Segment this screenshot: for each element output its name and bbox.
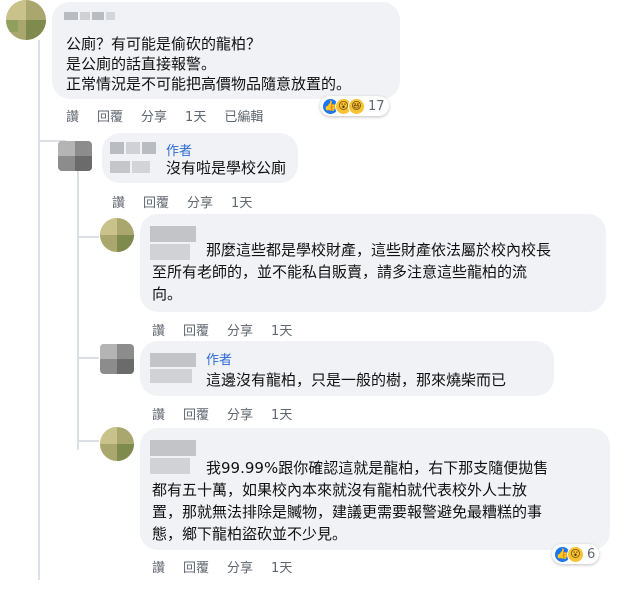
reply-button[interactable]: 回覆 xyxy=(183,320,209,339)
avatar[interactable] xyxy=(6,0,46,40)
comment-text: 置，那就無法排除是贓物，建議更需要報警避免最糟糕的事 xyxy=(152,503,543,521)
blurred-username[interactable] xyxy=(150,440,196,474)
comment-actions: 讚 回覆 分享 1天 xyxy=(152,557,292,576)
timestamp[interactable]: 1天 xyxy=(271,557,292,576)
reaction-summary[interactable]: 👍 😮 😆 17 xyxy=(320,96,389,116)
like-button[interactable]: 讚 xyxy=(66,106,79,125)
comment-actions: 讚 回覆 分享 1天 已編輯 xyxy=(66,106,263,125)
comment-text: 至所有老師的，並不能私自販賣，請多注意這些龍柏的流 xyxy=(152,263,528,281)
comment-actions: 讚 回覆 分享 1天 xyxy=(152,404,292,423)
comment-text: 向。 xyxy=(152,285,183,303)
like-button[interactable]: 讚 xyxy=(112,192,125,211)
comment-text: 態，鄉下龍柏盜砍並不少見。 xyxy=(152,525,348,543)
share-button[interactable]: 分享 xyxy=(227,404,253,423)
reply-branch-line xyxy=(77,236,99,238)
timestamp[interactable]: 1天 xyxy=(231,192,252,211)
author-badge: 作者 xyxy=(206,353,233,368)
like-button[interactable]: 讚 xyxy=(152,404,165,423)
reply-button[interactable]: 回覆 xyxy=(183,404,209,423)
blurred-username[interactable] xyxy=(64,12,115,20)
avatar[interactable] xyxy=(100,344,134,374)
reply-branch-line xyxy=(77,440,99,442)
blurred-username[interactable] xyxy=(150,353,196,383)
reply-branch-line xyxy=(77,357,99,359)
reply-button[interactable]: 回覆 xyxy=(97,106,123,125)
reaction-count: 17 xyxy=(368,98,385,114)
share-button[interactable]: 分享 xyxy=(227,557,253,576)
comment-bubble: 作者 沒有啦是學校公廁 xyxy=(102,133,298,183)
blurred-username[interactable] xyxy=(150,226,196,260)
comment-actions: 讚 回覆 分享 1天 xyxy=(152,320,292,339)
thread-line xyxy=(38,40,40,580)
reaction-count: 6 xyxy=(587,546,596,562)
share-button[interactable]: 分享 xyxy=(227,320,253,339)
blurred-username xyxy=(110,161,150,173)
blurred-username[interactable] xyxy=(110,142,156,154)
comment-text: 是公廁的話直接報警。 xyxy=(66,55,217,73)
share-button[interactable]: 分享 xyxy=(141,106,167,125)
haha-icon: 😆 xyxy=(348,97,365,115)
share-button[interactable]: 分享 xyxy=(187,192,213,211)
edited-label[interactable]: 已編輯 xyxy=(224,106,263,125)
reply-button[interactable]: 回覆 xyxy=(183,557,209,576)
comment-text: 沒有啦是學校公廁 xyxy=(166,159,287,177)
comment-text: 這邊沒有龍柏，只是一般的樹，那來燒柴而已 xyxy=(206,371,507,389)
comment-text: 正常情況是不可能把高價物品隨意放置的。 xyxy=(66,75,352,93)
timestamp[interactable]: 1天 xyxy=(185,106,206,125)
avatar[interactable] xyxy=(100,218,134,252)
timestamp[interactable]: 1天 xyxy=(271,320,292,339)
wow-icon: 😮 xyxy=(567,545,584,563)
comment-actions: 讚 回覆 分享 1天 xyxy=(112,192,252,211)
comment-text: 都有五十萬，如果校內本來就沒有龍柏就代表校外人士放 xyxy=(152,481,528,499)
avatar[interactable] xyxy=(58,141,92,171)
comment-bubble: 公廁？有可能是偷砍的龍柏？ 是公廁的話直接報警。 正常情況是不可能把高價物品隨意… xyxy=(52,2,400,99)
reply-thread-line xyxy=(77,170,79,450)
comment-bubble: 那麼這些都是學校財產，這些財產依法屬於校內校長 至所有老師的，並不能私自販賣，請… xyxy=(140,214,606,312)
comment-text: 公廁？有可能是偷砍的龍柏？ xyxy=(66,35,262,53)
reaction-summary[interactable]: 👍 😮 6 xyxy=(552,544,600,564)
comment-bubble: 我99.99%跟你確認這就是龍柏，右下那支隨便拋售 都有五十萬，如果校內本來就沒… xyxy=(140,428,610,550)
comment-text: 那麼這些都是學校財產，這些財產依法屬於校內校長 xyxy=(206,241,552,259)
comment-text: 我99.99%跟你確認這就是龍柏，右下那支隨便拋售 xyxy=(206,459,549,477)
reply-button[interactable]: 回覆 xyxy=(143,192,169,211)
like-button[interactable]: 讚 xyxy=(152,320,165,339)
timestamp[interactable]: 1天 xyxy=(271,404,292,423)
author-badge: 作者 xyxy=(166,144,193,159)
comment-bubble: 作者 這邊沒有龍柏，只是一般的樹，那來燒柴而已 xyxy=(140,341,554,396)
avatar[interactable] xyxy=(100,427,134,461)
like-button[interactable]: 讚 xyxy=(152,557,165,576)
